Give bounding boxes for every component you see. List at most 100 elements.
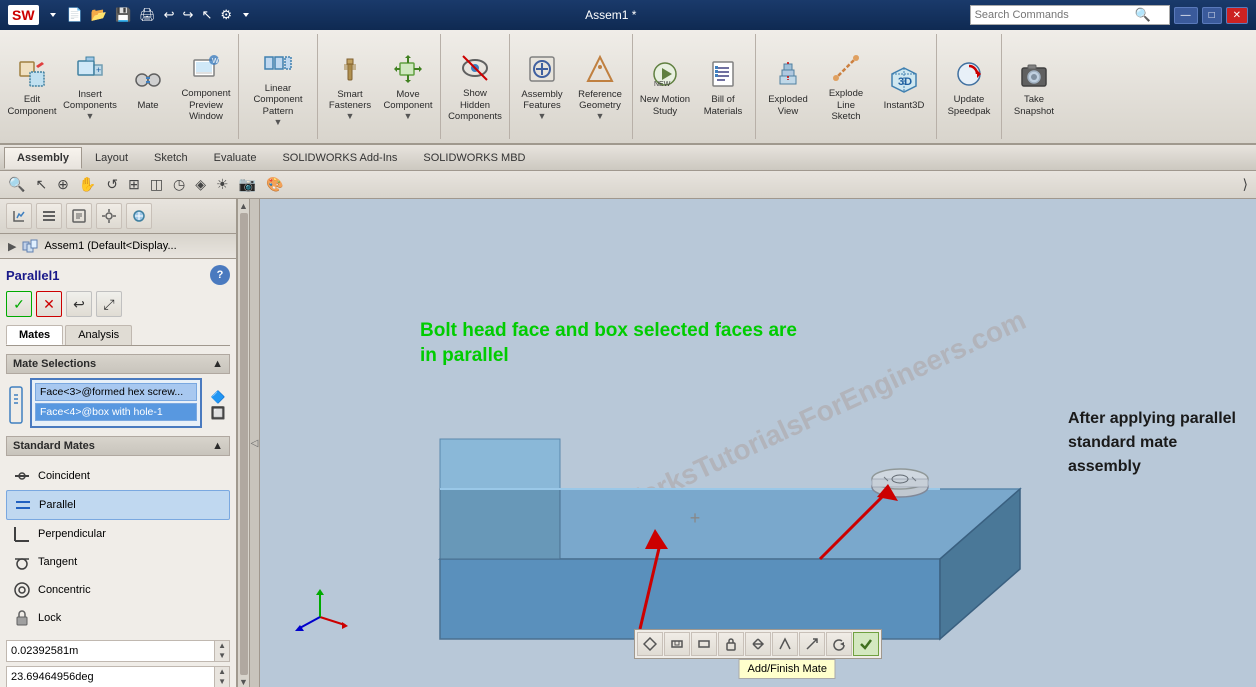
mini-btn-7[interactable] — [799, 632, 825, 656]
mate-lock[interactable]: Lock — [6, 604, 230, 632]
viewport[interactable]: www.SolidWorksTutorialsForEngineers.com — [260, 199, 1256, 687]
select-icon[interactable]: ↖ — [201, 7, 212, 23]
tab-analysis[interactable]: Analysis — [65, 325, 132, 345]
tab-layout[interactable]: Layout — [82, 147, 141, 168]
tab-solidworks-mbd[interactable]: SOLIDWORKS MBD — [410, 147, 538, 168]
feat-icon-history[interactable] — [6, 203, 32, 229]
feat-icon-list[interactable] — [36, 203, 62, 229]
mate-coincident[interactable]: Coincident — [6, 462, 230, 490]
tab-sketch[interactable]: Sketch — [141, 147, 201, 168]
sec-pan-icon[interactable]: ✋ — [75, 174, 100, 195]
toolbar-new-motion-study[interactable]: NEW New MotionStudy — [637, 52, 693, 121]
mini-btn-finish[interactable] — [853, 632, 879, 656]
mate-concentric[interactable]: Concentric — [6, 576, 230, 604]
accept-button[interactable]: ✓ — [6, 291, 32, 317]
assembly-features-arrow[interactable]: ▼ — [538, 111, 547, 122]
help-button[interactable]: ? — [210, 265, 230, 285]
panel-collapse-handle[interactable]: ◁ — [250, 199, 260, 687]
scroll-up[interactable]: ▲ — [239, 201, 248, 211]
spin-up-1[interactable]: ▲ — [214, 641, 229, 651]
mate-perpendicular[interactable]: Perpendicular — [6, 520, 230, 548]
mate-tangent[interactable]: Tangent — [6, 548, 230, 576]
undo-mate-button[interactable]: ↩ — [66, 291, 92, 317]
smart-fasteners-arrow[interactable]: ▼ — [346, 111, 355, 122]
standard-mates-header[interactable]: Standard Mates ▲ — [6, 436, 230, 456]
insert-components-arrow[interactable]: ▼ — [86, 111, 95, 122]
toolbar-instant3d[interactable]: 3D Instant3D — [876, 58, 932, 115]
search-input[interactable] — [975, 9, 1135, 21]
mini-btn-lock[interactable] — [718, 632, 744, 656]
tab-solidworks-addins[interactable]: SOLIDWORKS Add-Ins — [269, 147, 410, 168]
mini-btn-1[interactable] — [637, 632, 663, 656]
sec-display-icon[interactable]: ◈ — [191, 174, 210, 195]
sec-camera-icon[interactable]: 📷 — [235, 174, 260, 195]
sec-grid-icon[interactable]: ⊞ — [124, 174, 144, 195]
sec-zoom-icon[interactable]: ⊕ — [53, 174, 73, 195]
toolbar-update-speedpak[interactable]: UpdateSpeedpak — [941, 52, 997, 121]
settings-arrow-icon[interactable] — [240, 9, 252, 21]
toolbar-bill-of-materials[interactable]: Bill ofMaterials — [695, 52, 751, 121]
toolbar-assembly-features[interactable]: AssemblyFeatures ▼ — [514, 47, 570, 127]
redo-icon[interactable]: ↪ — [183, 7, 194, 23]
selection-icon-2[interactable]: 🔲 — [211, 406, 226, 420]
left-panel-scrollbar[interactable]: ▲ ▼ — [238, 199, 250, 687]
distance-input[interactable] — [7, 643, 214, 659]
sec-rotate-icon[interactable]: ↺ — [102, 174, 122, 195]
toolbar-component-preview[interactable]: W ComponentPreviewWindow — [178, 46, 234, 126]
print-icon[interactable]: 🖨 — [139, 7, 156, 23]
toolbar-linear-pattern[interactable]: Linear ComponentPattern ▼ — [243, 41, 313, 132]
selection-item-2[interactable]: Face<4>@box with hole-1 — [35, 403, 197, 421]
new-icon[interactable]: 📄 — [67, 7, 83, 23]
spin-up-2[interactable]: ▲ — [214, 667, 229, 677]
spin-down-1[interactable]: ▼ — [214, 651, 229, 661]
undo-icon[interactable]: ↩ — [164, 7, 175, 23]
open-icon[interactable]: 📂 — [91, 7, 107, 23]
selection-icon-1[interactable]: 🔷 — [211, 390, 226, 404]
search-bar[interactable]: 🔍 — [970, 5, 1170, 25]
toolbar-edit-component[interactable]: EditComponent — [4, 52, 60, 121]
settings-icon[interactable]: ⚙ — [220, 7, 232, 23]
sec-search-icon[interactable]: 🔍 — [4, 174, 29, 195]
minimize-button[interactable]: — — [1174, 7, 1198, 24]
linear-pattern-arrow[interactable]: ▼ — [274, 117, 283, 128]
sec-appear-icon[interactable]: 🎨 — [262, 174, 287, 195]
reference-geometry-arrow[interactable]: ▼ — [596, 111, 605, 122]
selection-item-1[interactable]: Face<3>@formed hex screw... — [35, 383, 197, 401]
tab-evaluate[interactable]: Evaluate — [201, 147, 270, 168]
sec-cursor-icon[interactable]: ↖ — [31, 174, 51, 195]
feature-tree-arrow[interactable]: ▶ — [8, 240, 16, 253]
sec-light-icon[interactable]: ☀ — [212, 174, 233, 195]
distance-spinner[interactable]: ▲ ▼ — [214, 641, 229, 661]
toolbar-show-hidden[interactable]: ShowHiddenComponents — [445, 46, 505, 126]
toolbar-mate[interactable]: Mate — [120, 58, 176, 115]
tab-assembly[interactable]: Assembly — [4, 147, 82, 169]
toolbar-take-snapshot[interactable]: TakeSnapshot — [1006, 52, 1062, 121]
toolbar-exploded-view[interactable]: ExplodedView — [760, 52, 816, 121]
toolbar-insert-components[interactable]: + InsertComponents ▼ — [62, 47, 118, 127]
sec-section-icon[interactable]: ◫ — [146, 174, 167, 195]
mini-btn-5[interactable] — [745, 632, 771, 656]
mini-btn-2[interactable] — [664, 632, 690, 656]
maximize-button[interactable]: □ — [1202, 7, 1222, 24]
toolbar-reference-geometry[interactable]: ReferenceGeometry ▼ — [572, 47, 628, 127]
toolbar-move-component[interactable]: MoveComponent ▼ — [380, 47, 436, 127]
mini-btn-3[interactable] — [691, 632, 717, 656]
mate-selections-header[interactable]: Mate Selections ▲ — [6, 354, 230, 374]
scroll-thumb[interactable] — [240, 213, 248, 675]
standard-mates-collapse[interactable]: ▲ — [212, 440, 223, 452]
spin-down-2[interactable]: ▼ — [214, 677, 229, 687]
mini-btn-6[interactable] — [772, 632, 798, 656]
toolbar-smart-fasteners[interactable]: SmartFasteners ▼ — [322, 47, 378, 127]
scroll-down[interactable]: ▼ — [239, 677, 248, 687]
mate-parallel[interactable]: Parallel — [6, 490, 230, 520]
sec-view-icon[interactable]: ◷ — [169, 174, 189, 195]
mini-btn-8[interactable] — [826, 632, 852, 656]
sec-expand-icon[interactable]: ⟩ — [1239, 174, 1252, 195]
angle-input[interactable] — [7, 669, 214, 685]
feat-icon-display[interactable] — [126, 203, 152, 229]
close-button[interactable]: ✕ — [1226, 7, 1248, 24]
angle-spinner[interactable]: ▲ ▼ — [214, 667, 229, 687]
mate-selections-collapse[interactable]: ▲ — [212, 358, 223, 370]
feat-icon-properties[interactable] — [66, 203, 92, 229]
move-component-arrow[interactable]: ▼ — [404, 111, 413, 122]
